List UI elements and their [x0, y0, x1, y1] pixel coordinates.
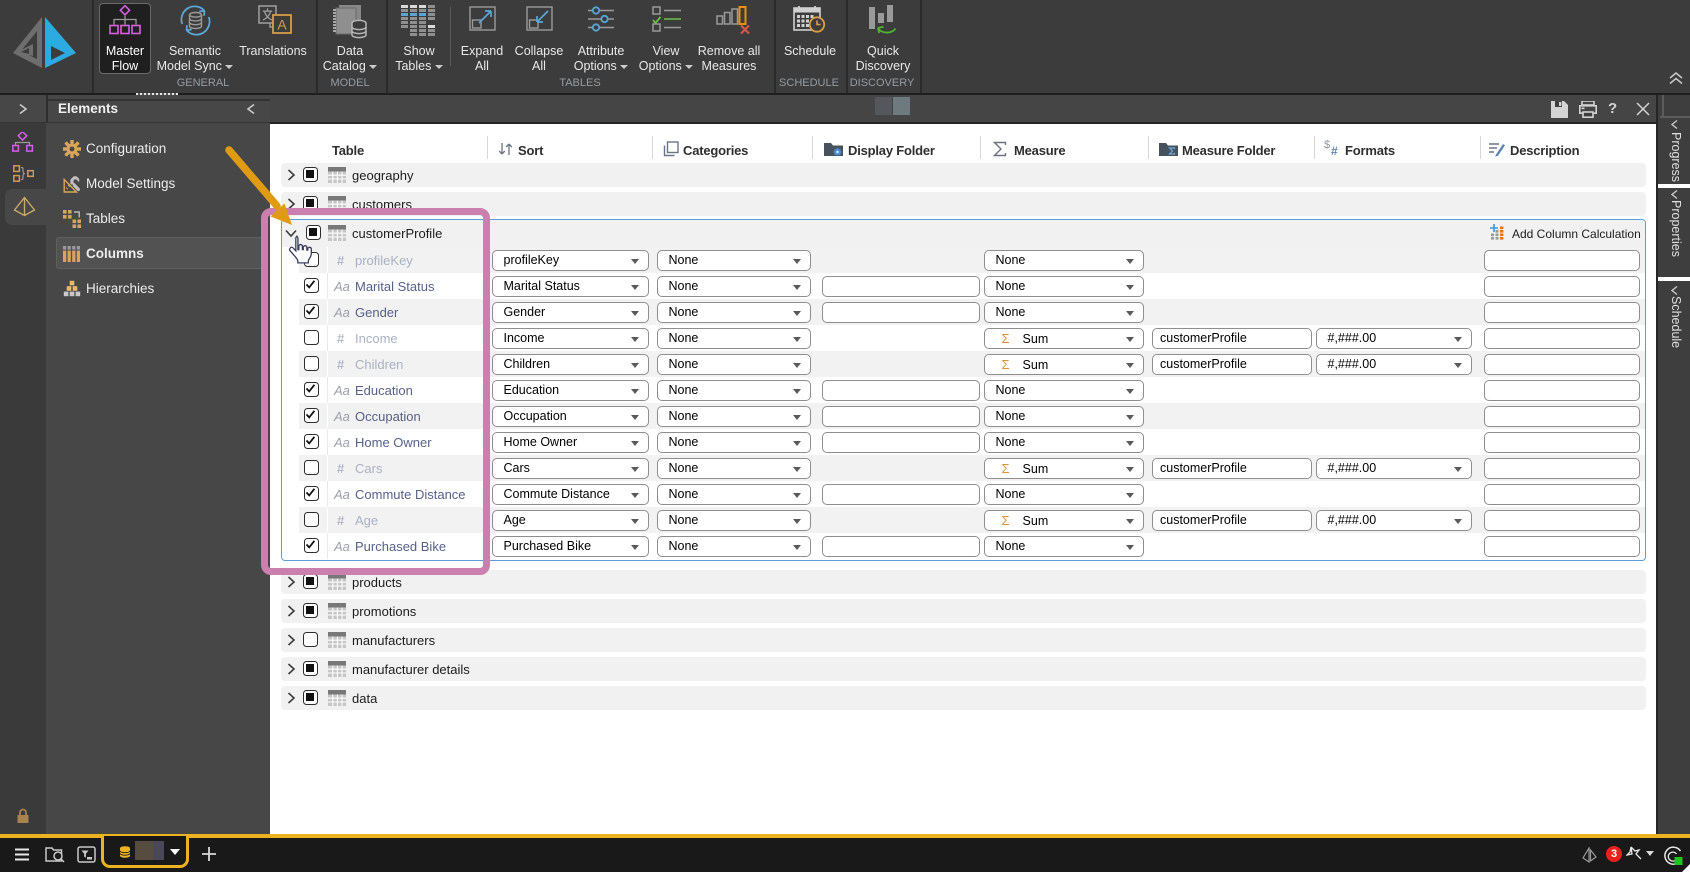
svg-text:A: A — [277, 17, 287, 33]
